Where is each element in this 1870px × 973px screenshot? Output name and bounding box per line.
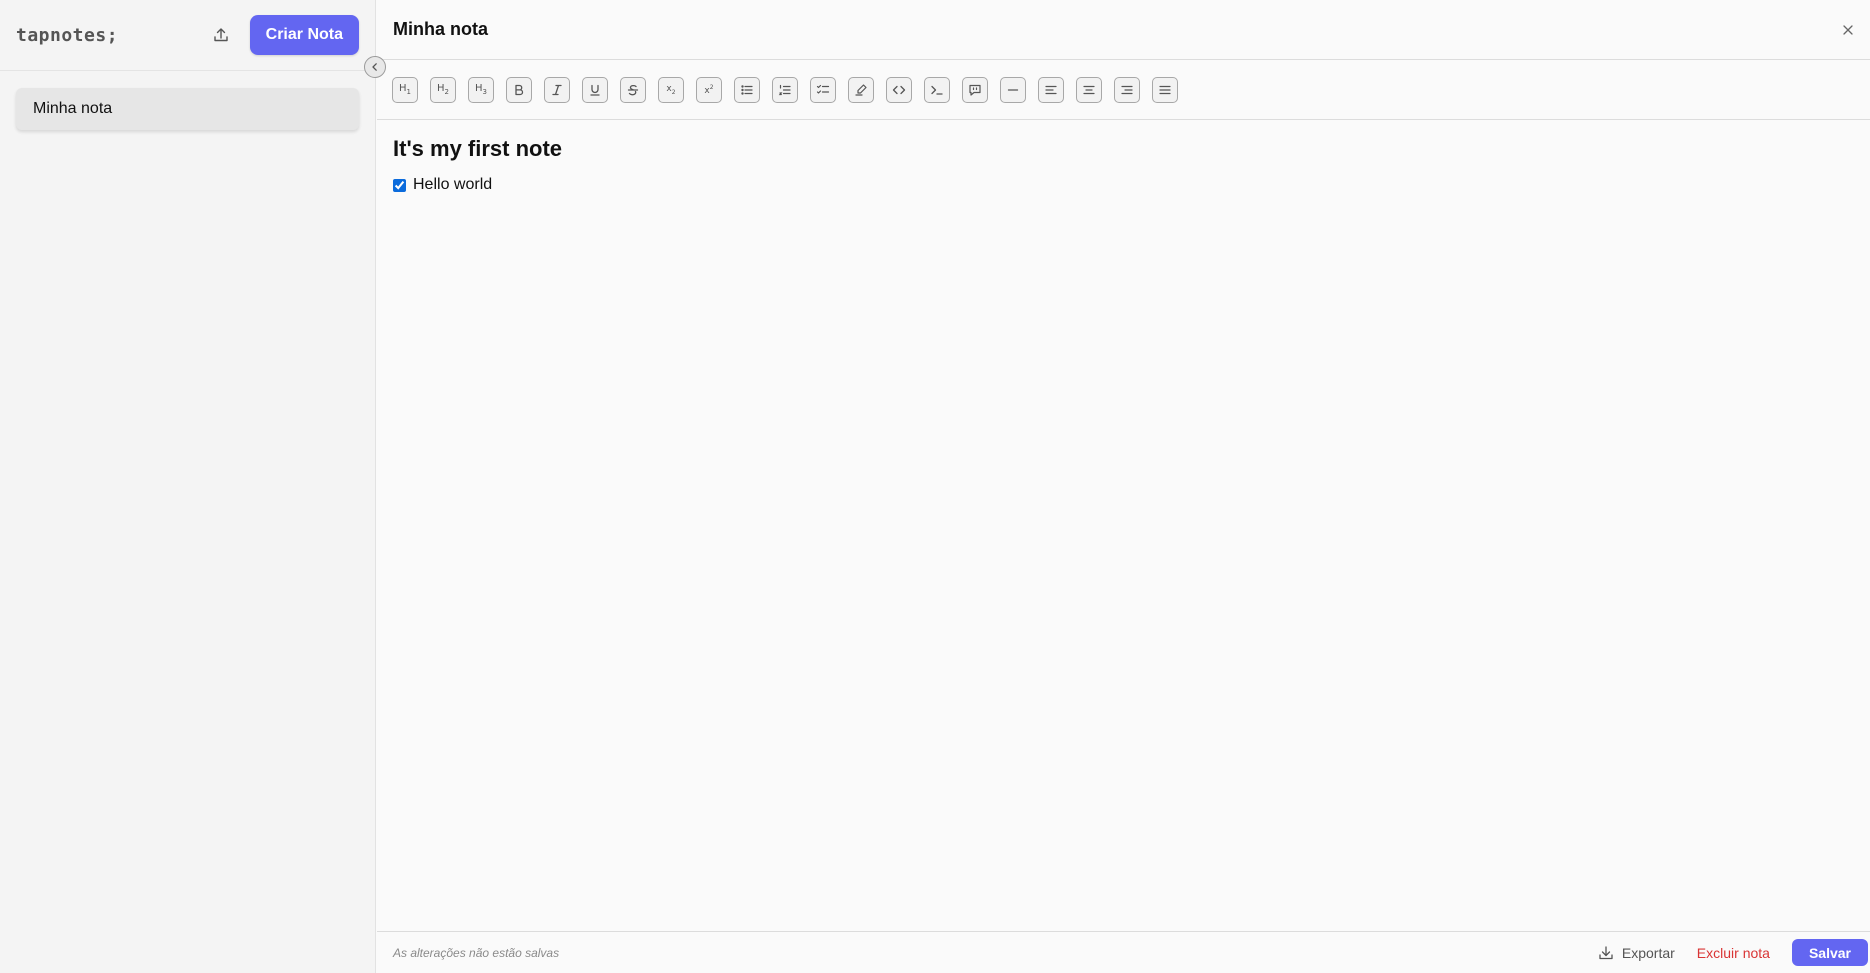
collapse-sidebar-button[interactable] xyxy=(364,56,386,78)
blockquote-icon[interactable] xyxy=(962,76,988,103)
create-note-button[interactable]: Criar Nota xyxy=(249,15,359,55)
delete-note-button[interactable]: Excluir nota xyxy=(1697,945,1770,961)
note-heading: It's my first note xyxy=(393,136,563,161)
chevron-left-icon xyxy=(372,63,377,71)
horizontal-rule-icon[interactable] xyxy=(1000,76,1026,103)
sidebar-actions: Criar Nota xyxy=(208,15,359,55)
superscript-icon[interactable]: x2 xyxy=(696,76,722,103)
code-block-icon[interactable] xyxy=(924,76,950,103)
note-list: Minha nota xyxy=(0,71,375,147)
sidebar: tapnotes; Criar Nota Minha nota xyxy=(0,0,376,973)
italic-icon[interactable] xyxy=(544,76,570,103)
h2-icon[interactable]: H2 xyxy=(430,76,456,103)
export-label: Exportar xyxy=(1621,944,1675,961)
bold-icon[interactable] xyxy=(506,76,532,103)
underline-icon[interactable] xyxy=(582,76,608,103)
align-justify-icon[interactable] xyxy=(1152,76,1178,103)
subscript-icon[interactable]: x2 xyxy=(658,76,684,103)
task-text: Hello world xyxy=(413,176,493,193)
task-item: Hello world xyxy=(393,176,1854,194)
app-logo: tapnotes; xyxy=(16,24,119,46)
ordered-list-icon[interactable] xyxy=(772,76,798,103)
task-checkbox[interactable] xyxy=(393,178,406,192)
h1-icon[interactable]: H1 xyxy=(392,76,418,103)
download-icon xyxy=(1599,945,1613,959)
save-button[interactable]: Salvar xyxy=(1791,939,1868,966)
formatting-toolbar: H1 H2 H3 x2 x2 xyxy=(377,60,1870,120)
editor-panel: Minha nota H1 H2 H3 x2 x2 It's my first … xyxy=(377,0,1870,973)
note-title: Minha nota xyxy=(393,19,488,39)
task-list-icon[interactable] xyxy=(810,76,836,103)
export-button[interactable]: Exportar xyxy=(1598,945,1675,961)
editor-footer: As alterações não estão salvas Exportar … xyxy=(377,931,1870,973)
sidebar-header: tapnotes; Criar Nota xyxy=(0,0,375,71)
note-list-item-title: Minha nota xyxy=(33,100,113,117)
note-list-item[interactable]: Minha nota xyxy=(16,88,359,130)
code-icon[interactable] xyxy=(886,76,912,103)
align-right-icon[interactable] xyxy=(1114,76,1140,103)
align-left-icon[interactable] xyxy=(1038,76,1064,103)
strikethrough-icon[interactable] xyxy=(620,76,646,103)
close-icon[interactable] xyxy=(1842,24,1854,36)
h3-icon[interactable]: H3 xyxy=(468,76,494,103)
footer-actions: Exportar Excluir nota Salvar xyxy=(1598,939,1868,966)
highlight-icon[interactable] xyxy=(848,76,874,103)
editor-header: Minha nota xyxy=(377,0,1870,60)
bullet-list-icon[interactable] xyxy=(734,76,760,103)
note-editor[interactable]: It's my first note Hello world xyxy=(377,120,1870,210)
upload-icon[interactable] xyxy=(208,22,234,48)
align-center-icon[interactable] xyxy=(1076,76,1102,103)
save-status: As alterações não estão salvas xyxy=(393,945,560,960)
